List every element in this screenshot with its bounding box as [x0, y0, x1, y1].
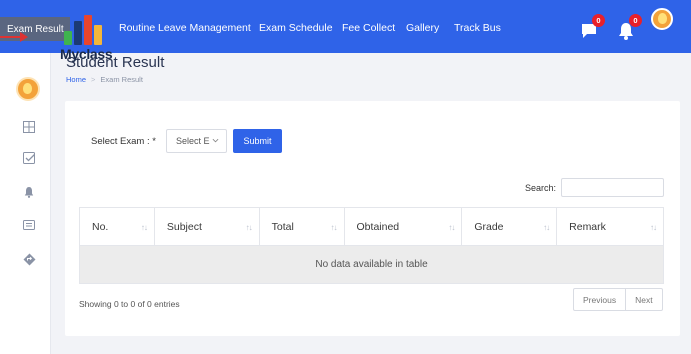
page-title: Student Result	[66, 54, 165, 71]
column-header-remark[interactable]: Remark ↑↓	[556, 207, 664, 246]
next-page-button[interactable]: Next	[625, 289, 661, 310]
avatar[interactable]	[651, 8, 673, 30]
submit-button[interactable]: Submit	[233, 129, 282, 153]
sidebar-avatar[interactable]	[16, 77, 40, 101]
pagination: Previous Next	[573, 288, 663, 311]
message-badge: 0	[592, 14, 605, 27]
sort-icon: ↑↓	[245, 223, 253, 232]
column-header-obtained[interactable]: Obtained ↑↓	[343, 207, 463, 246]
bell-icon[interactable]: 0	[614, 14, 642, 42]
logo-bar-red	[84, 15, 92, 45]
result-table: No. ↑↓ Subject ↑↓ Total ↑↓ Obtained ↑↓ Grade…	[79, 207, 664, 284]
grid-icon[interactable]	[22, 120, 36, 134]
column-header-grade[interactable]: Grade ↑↓	[461, 207, 558, 246]
column-header-total[interactable]: Total ↑↓	[258, 207, 345, 246]
chat-icon[interactable]: 0	[577, 14, 605, 42]
red-arrow-head	[20, 32, 28, 42]
search-input[interactable]	[561, 178, 664, 197]
bell-icon[interactable]	[22, 185, 36, 199]
logo-bar-navy	[74, 21, 82, 45]
search-label: Search:	[525, 183, 557, 193]
breadcrumb-home[interactable]: Home	[66, 75, 86, 84]
sort-icon: ↑↓	[650, 223, 657, 232]
sort-icon: ↑↓	[140, 223, 148, 232]
brand-logo-icon[interactable]	[62, 15, 106, 45]
column-header-subject[interactable]: Subject ↑↓	[153, 207, 260, 246]
select-exam-label: Select Exam : *	[91, 136, 156, 147]
sort-icon: ↑↓	[448, 223, 455, 232]
sidebar-avatar-face	[23, 83, 32, 94]
chevron-down-icon	[212, 138, 219, 143]
table-row: No data available in table	[79, 245, 664, 284]
previous-page-button[interactable]: Previous	[574, 289, 625, 310]
column-header-no[interactable]: No. ↑↓	[79, 207, 155, 246]
breadcrumb-separator: >	[91, 75, 96, 84]
table-header-row: No. ↑↓ Subject ↑↓ Total ↑↓ Obtained ↑↓ Grade…	[79, 207, 664, 246]
notification-badge: 0	[629, 14, 642, 27]
sort-icon: ↑↓	[330, 223, 338, 232]
nav-item-exam-schedule[interactable]: Exam Schedule	[259, 22, 333, 34]
avatar-face	[658, 13, 667, 24]
logo-bar-green	[64, 31, 72, 45]
table-info: Showing 0 to 0 of 0 entries	[79, 299, 180, 309]
sort-icon: ↑↓	[543, 223, 550, 232]
empty-table-message: No data available in table	[79, 245, 664, 284]
message-icon[interactable]	[22, 219, 36, 233]
nav-item-fee-collect[interactable]: Fee Collect	[342, 22, 395, 34]
logo-bar-yellow	[94, 25, 102, 45]
sidebar	[0, 53, 51, 354]
diamond-arrow-icon[interactable]	[22, 252, 36, 266]
checklist-icon[interactable]	[22, 151, 36, 165]
nav-item-routine[interactable]: Routine	[119, 22, 155, 34]
result-card: Select Exam : * Select E Submit Search: …	[65, 101, 680, 336]
exam-select-value: Select E	[176, 136, 210, 146]
breadcrumb-current: Exam Result	[100, 75, 143, 84]
red-arrow-line	[0, 36, 22, 38]
breadcrumb: Home > Exam Result	[66, 75, 143, 84]
nav-item-track-bus[interactable]: Track Bus	[454, 22, 501, 34]
nav-item-gallery[interactable]: Gallery	[406, 22, 439, 34]
nav-item-leave-management[interactable]: Leave Management	[158, 22, 251, 34]
exam-select[interactable]: Select E	[166, 129, 227, 153]
